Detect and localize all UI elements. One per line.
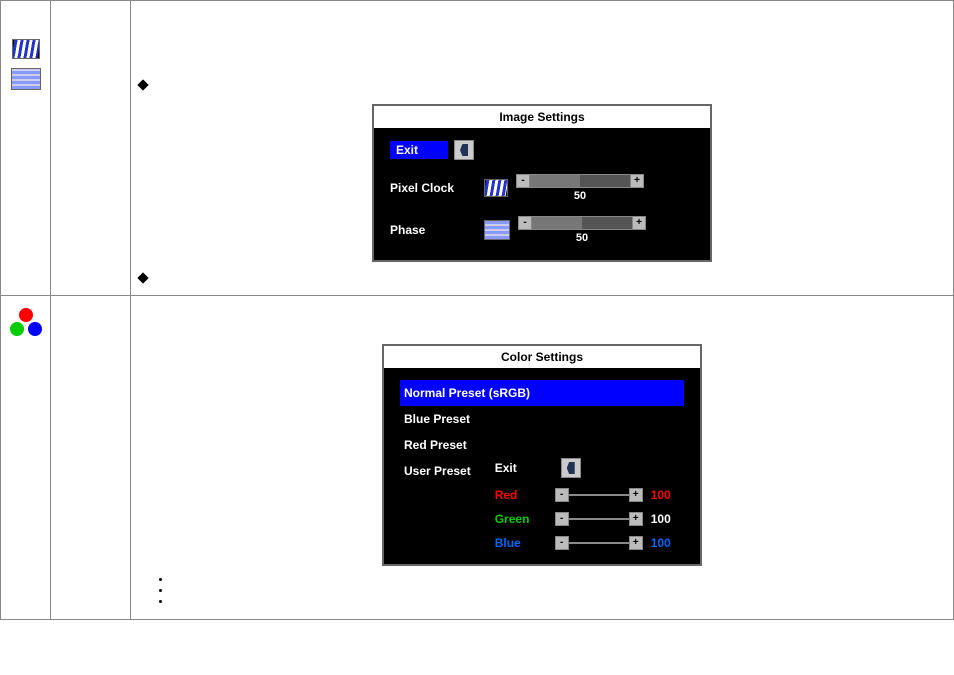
spacer-cell	[51, 296, 131, 620]
exit-icon	[561, 458, 581, 478]
plus-button[interactable]: +	[629, 512, 643, 526]
plus-button[interactable]: +	[629, 488, 643, 502]
normal-preset[interactable]: Normal Preset (sRGB)	[400, 380, 684, 406]
bullet-icon	[137, 272, 148, 283]
plus-button[interactable]: +	[630, 174, 644, 188]
plus-button[interactable]: +	[632, 216, 646, 230]
user-preset[interactable]: User Preset	[400, 458, 475, 484]
minus-button[interactable]: -	[555, 488, 569, 502]
exit-label: Exit	[390, 141, 448, 159]
user-exit-label: Exit	[495, 461, 555, 475]
blue-value: 100	[651, 536, 679, 550]
minus-button[interactable]: -	[555, 536, 569, 550]
red-value: 100	[651, 488, 679, 502]
blue-label: Blue	[495, 536, 555, 550]
image-settings-sidebar-cell	[1, 1, 51, 296]
color-settings-sidebar-cell	[1, 296, 51, 620]
pixelclock-icon	[12, 39, 40, 59]
blue-preset[interactable]: Blue Preset	[400, 406, 684, 432]
rgb-icon	[10, 308, 42, 336]
pixelclock-label: Pixel Clock	[390, 181, 480, 195]
pixelclock-slider[interactable]: - + 50	[516, 174, 644, 202]
exit-icon	[454, 140, 474, 160]
green-label: Green	[495, 512, 555, 526]
layout-table: Image Settings Exit Pixel Clock -	[0, 0, 954, 620]
phase-value: 50	[576, 232, 588, 244]
green-value: 100	[651, 512, 679, 526]
pixelclock-row[interactable]: Pixel Clock - + 50	[390, 174, 694, 202]
spacer-cell	[51, 1, 131, 296]
red-row[interactable]: Red - + 100	[495, 488, 679, 502]
pixelclock-value: 50	[574, 190, 586, 202]
phase-icon	[11, 68, 41, 90]
bullet-icon	[137, 79, 148, 90]
slider-track[interactable]	[530, 174, 630, 188]
minus-button[interactable]: -	[555, 512, 569, 526]
color-settings-title: Color Settings	[384, 346, 700, 368]
pixelclock-icon	[484, 179, 508, 197]
plus-button[interactable]: +	[629, 536, 643, 550]
image-settings-title: Image Settings	[374, 106, 710, 128]
exit-row[interactable]: Exit	[390, 140, 694, 160]
blue-slider[interactable]: - +	[555, 536, 643, 550]
user-exit-row[interactable]: Exit	[495, 458, 679, 478]
minus-button[interactable]: -	[516, 174, 530, 188]
red-slider[interactable]: - +	[555, 488, 643, 502]
color-settings-panel: Color Settings Normal Preset (sRGB) Blue…	[382, 344, 702, 566]
phase-slider[interactable]: - + 50	[518, 216, 646, 244]
blue-row[interactable]: Blue - + 100	[495, 536, 679, 550]
green-slider[interactable]: - +	[555, 512, 643, 526]
red-preset[interactable]: Red Preset	[400, 432, 684, 458]
color-settings-content-cell: Color Settings Normal Preset (sRGB) Blue…	[131, 296, 954, 620]
phase-icon	[484, 220, 510, 240]
minus-button[interactable]: -	[518, 216, 532, 230]
slider-track[interactable]	[532, 216, 632, 230]
green-row[interactable]: Green - + 100	[495, 512, 679, 526]
red-label: Red	[495, 488, 555, 502]
image-settings-panel: Image Settings Exit Pixel Clock -	[372, 104, 712, 262]
bullet-list	[159, 578, 945, 603]
image-settings-content-cell: Image Settings Exit Pixel Clock -	[131, 1, 954, 296]
phase-label: Phase	[390, 223, 480, 237]
phase-row[interactable]: Phase - + 50	[390, 216, 694, 244]
